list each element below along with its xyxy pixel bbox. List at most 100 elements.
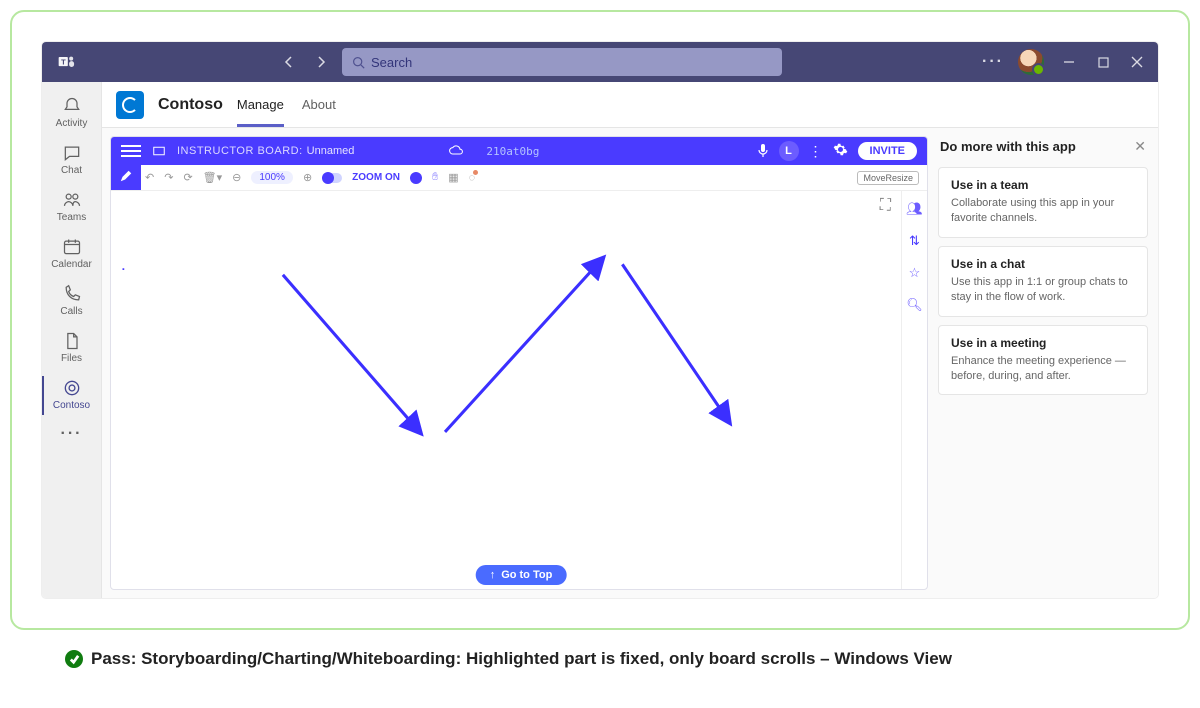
svg-text:T: T: [61, 58, 66, 67]
suggestion-card-chat[interactable]: Use in a chat Use this app in 1:1 or gro…: [938, 246, 1148, 317]
nav-forward-icon[interactable]: [312, 53, 330, 71]
kebab-icon[interactable]: ⋮: [809, 144, 823, 158]
close-panel-icon[interactable]: ✕: [1134, 138, 1146, 155]
star-icon[interactable]: ☆: [909, 265, 921, 281]
maximize-icon[interactable]: [1094, 53, 1112, 71]
undo-icon[interactable]: ↶: [145, 171, 154, 184]
rail-calls[interactable]: Calls: [42, 278, 101, 325]
card-desc: Collaborate using this app in your favor…: [951, 196, 1135, 227]
whiteboard-toolbar: T» ↶ ↷: [111, 165, 927, 191]
hand-tool-icon[interactable]: [117, 379, 135, 393]
rail-activity[interactable]: Activity: [42, 90, 101, 137]
user-avatar[interactable]: [1018, 49, 1044, 75]
redo-icon[interactable]: ↷: [164, 171, 173, 184]
titlebar-right: ···: [984, 49, 1158, 75]
suggestion-card-team[interactable]: Use in a team Collaborate using this app…: [938, 167, 1148, 238]
shape-tool-icon[interactable]: [117, 240, 135, 254]
color-dot-icon[interactable]: [410, 172, 422, 184]
nav-arrows: [92, 53, 342, 71]
rail-chat[interactable]: Chat: [42, 137, 101, 184]
side-panel: Do more with this app ✕ Use in a team Co…: [938, 136, 1148, 590]
board-icon: [153, 145, 165, 157]
rail-label: Calls: [42, 306, 101, 317]
caption-text: Pass: Storyboarding/Charting/Whiteboardi…: [91, 648, 952, 671]
text-tool-icon[interactable]: T»: [117, 193, 135, 208]
rail-more-icon[interactable]: ···: [61, 425, 83, 443]
zoom-out-icon[interactable]: ⊖: [232, 171, 241, 184]
teams-logo-icon: T: [42, 52, 92, 72]
card-title: Use in a team: [951, 178, 1135, 192]
image-tool-icon[interactable]: [117, 264, 135, 276]
rail-contoso[interactable]: Contoso: [42, 372, 101, 419]
tab-about[interactable]: About: [302, 82, 336, 127]
app-name: Contoso: [158, 96, 223, 114]
whiteboard-left-tool-rail: T»: [111, 165, 141, 190]
side-panel-title: Do more with this app: [940, 139, 1076, 154]
gear-icon[interactable]: [833, 142, 848, 160]
card-desc: Use this app in 1:1 or group chats to st…: [951, 275, 1135, 306]
rail-label: Activity: [42, 118, 101, 129]
app-header: Contoso Manage About: [102, 82, 1158, 128]
teams-window: T Search ···: [42, 42, 1158, 598]
rail-label: Teams: [42, 212, 101, 223]
move-resize-button[interactable]: MoveResize: [857, 171, 919, 185]
screenshot-frame: T Search ···: [10, 10, 1190, 630]
cloud-icon[interactable]: [448, 144, 464, 159]
whiteboard-canvas[interactable]: ⛶ ↑: [141, 191, 901, 589]
whiteboard-top-bar: INSTRUCTOR BOARD: Unnamed 210at0bg L ⋮: [111, 137, 927, 165]
zoom-in-icon[interactable]: ⊕: [303, 171, 312, 184]
mic-icon[interactable]: [757, 143, 769, 160]
pass-check-icon: [65, 650, 83, 668]
search-placeholder: Search: [371, 55, 412, 70]
invite-button[interactable]: INVITE: [858, 142, 917, 160]
board-tag: INSTRUCTOR BOARD:: [177, 145, 303, 157]
rail-files[interactable]: Files: [42, 325, 101, 372]
zoom-percent[interactable]: 100%: [251, 171, 293, 184]
title-bar: T Search ···: [42, 42, 1158, 82]
participant-avatar[interactable]: L: [779, 141, 799, 161]
close-icon[interactable]: [1128, 53, 1146, 71]
lasso-tool-icon[interactable]: [117, 355, 135, 369]
board-label: INSTRUCTOR BOARD: Unnamed: [177, 145, 354, 157]
board-code: 210at0bg: [486, 145, 539, 158]
suggestion-card-meeting[interactable]: Use in a meeting Enhance the meeting exp…: [938, 325, 1148, 396]
rail-label: Calendar: [42, 259, 101, 270]
trash-icon[interactable]: 🗑︎▾: [203, 171, 223, 184]
grid-icon[interactable]: ▦: [448, 171, 458, 184]
arrow-up-icon: ↑: [490, 569, 496, 581]
more-icon[interactable]: ···: [984, 53, 1002, 71]
go-to-top-button[interactable]: ↑ Go to Top: [476, 565, 567, 585]
app-rail: Activity Chat Teams Calendar Calls: [42, 82, 102, 598]
toolbox-icon[interactable]: [117, 286, 135, 297]
card-title: Use in a meeting: [951, 336, 1135, 350]
tab-manage[interactable]: Manage: [237, 82, 284, 127]
people-icon[interactable]: 👥︎: [906, 201, 923, 217]
search-box[interactable]: Search: [342, 48, 782, 76]
rail-teams[interactable]: Teams: [42, 184, 101, 231]
go-to-top-label: Go to Top: [501, 569, 552, 581]
whiteboard-right-rail: 👥︎ ⇅ ☆ 🔍︎: [901, 191, 927, 589]
nav-back-icon[interactable]: [280, 53, 298, 71]
result-caption: Pass: Storyboarding/Charting/Whiteboardi…: [65, 648, 1135, 671]
controls-icon[interactable]: ⇅: [909, 233, 920, 249]
move-tool-icon[interactable]: [117, 331, 135, 345]
rail-label: Chat: [42, 165, 101, 176]
zoom-toggle[interactable]: [322, 173, 342, 183]
minimize-icon[interactable]: [1060, 53, 1078, 71]
notification-icon[interactable]: ◌: [469, 172, 476, 184]
pan-icon[interactable]: ✋︎: [432, 171, 438, 184]
rail-label: Contoso: [42, 400, 101, 411]
rail-calendar[interactable]: Calendar: [42, 231, 101, 278]
select-tool-icon[interactable]: [117, 307, 135, 321]
rail-label: Files: [42, 353, 101, 364]
refresh-icon[interactable]: ⟳: [183, 171, 192, 184]
eraser-tool-icon[interactable]: [117, 218, 135, 230]
canvas-drawing: [141, 191, 901, 589]
contoso-app-icon: [116, 91, 144, 119]
card-title: Use in a chat: [951, 257, 1135, 271]
pen-tool-icon[interactable]: [117, 169, 135, 183]
board-name[interactable]: Unnamed: [307, 145, 355, 157]
whiteboard-app: INSTRUCTOR BOARD: Unnamed 210at0bg L ⋮: [110, 136, 928, 590]
search-panel-icon[interactable]: 🔍︎: [906, 297, 923, 313]
menu-icon[interactable]: [121, 145, 141, 157]
